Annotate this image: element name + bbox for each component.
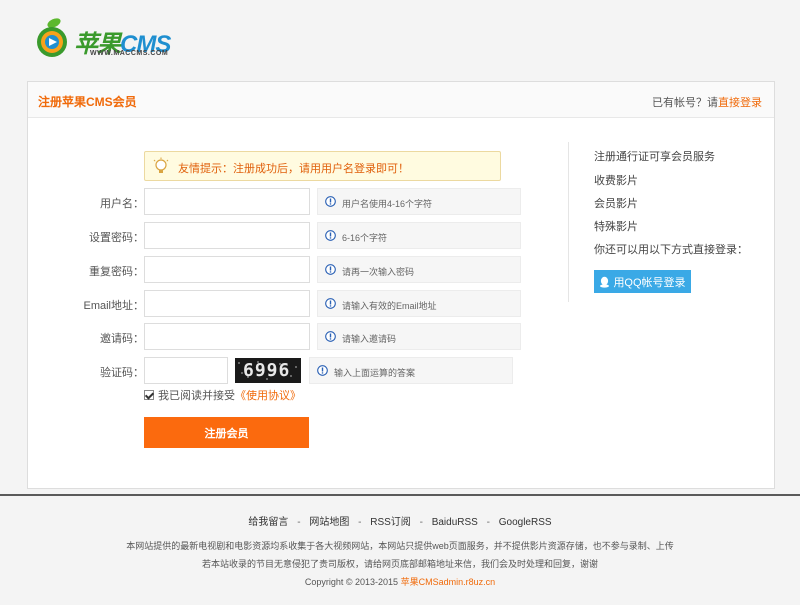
password-label: 设置密码：: [89, 232, 144, 244]
footer-copyright-link[interactable]: 苹果CMSadmin.r8uz.cn: [401, 577, 496, 587]
direct-login-link[interactable]: 直接登录: [718, 97, 762, 109]
side-item: 你还可以用以下方式直接登录：: [594, 244, 748, 256]
terms-link[interactable]: 《使用协议》: [235, 390, 301, 402]
captcha-image[interactable]: 6996: [235, 358, 301, 383]
register-button[interactable]: 注册会员: [144, 417, 309, 448]
login-prompt: 已有帐号？请直接登录: [652, 97, 762, 109]
info-icon: [325, 298, 336, 309]
email-row: Email地址： 请输入有效的Email地址: [28, 290, 528, 318]
header: 苹果CMS WWW.MACCMS.COM: [0, 0, 800, 80]
tip-box: 友情提示：注册成功后，请用用户名登录即可！: [144, 151, 501, 181]
captcha-text: 6996: [243, 360, 291, 381]
password-row: 设置密码： 6-16个字符: [28, 222, 528, 250]
footer-separator: -: [297, 517, 301, 528]
tip-text: 友情提示：注册成功后，请用用户名登录即可！: [178, 163, 409, 175]
captcha-label: 验证码：: [100, 367, 144, 379]
username-row: 用户名： 用户名使用4-16个字符: [28, 188, 528, 216]
register-panel: 注册苹果CMS会员 已有帐号？请直接登录 友情提示：注册成功后，请用用户名登录即…: [27, 81, 775, 489]
invite-code-row: 邀请码： 请输入邀请码: [28, 323, 528, 351]
agree-checkbox[interactable]: [144, 390, 154, 400]
side-item: 收费影片: [594, 175, 638, 187]
lightbulb-icon: [153, 157, 169, 173]
captcha-input[interactable]: [144, 357, 228, 384]
page-title: 注册苹果CMS会员: [38, 95, 137, 109]
password-input[interactable]: [144, 222, 310, 249]
footer-link-baidurss[interactable]: BaiduRSS: [432, 517, 478, 528]
captcha-row: 验证码： 6996 输入上面运算的答案: [28, 357, 528, 385]
qq-penguin-icon: [600, 276, 610, 288]
info-icon: [325, 230, 336, 241]
repeat-password-hint: 请再一次输入密码: [317, 256, 521, 283]
invite-code-label: 邀请码：: [100, 333, 144, 345]
info-icon: [325, 264, 336, 275]
email-input[interactable]: [144, 290, 310, 317]
repeat-password-input[interactable]: [144, 256, 310, 283]
agreement: 我已阅读并接受《使用协议》: [144, 387, 301, 403]
username-label: 用户名：: [100, 198, 144, 210]
brand-domain: WWW.MACCMS.COM: [90, 50, 169, 57]
email-label: Email地址：: [83, 300, 144, 312]
invite-code-input[interactable]: [144, 323, 310, 350]
side-item: 会员影片: [594, 198, 638, 210]
footer-disclaimer-2: 若本站收录的节目无意侵犯了贵司版权，请给网页底部邮箱地址来信，我们会及时处理和回…: [201, 559, 598, 569]
footer-separator: -: [358, 517, 362, 528]
invite-code-hint: 请输入邀请码: [317, 323, 521, 350]
footer-link-sitemap[interactable]: 网站地图: [309, 517, 349, 528]
footer-link-rss[interactable]: RSS订阅: [370, 517, 411, 528]
footer-link-message[interactable]: 给我留言: [248, 517, 288, 528]
footer-separator: -: [486, 517, 490, 528]
info-icon: [317, 365, 328, 376]
username-input[interactable]: [144, 188, 310, 215]
info-icon: [325, 331, 336, 342]
qq-login-button[interactable]: 用QQ帐号登录: [594, 270, 691, 293]
side-item: 特殊影片: [594, 221, 638, 233]
site-logo[interactable]: 苹果CMS WWW.MACCMS.COM: [32, 14, 182, 62]
info-icon: [325, 196, 336, 207]
repeat-password-row: 重复密码： 请再一次输入密码: [28, 256, 528, 284]
repeat-password-label: 重复密码：: [89, 266, 144, 278]
captcha-hint: 输入上面运算的答案: [309, 357, 513, 384]
footer-disclaimer-1: 本网站提供的最新电视剧和电影资源均系收集于各大视频网站，本网站只提供web页面服…: [126, 541, 674, 551]
side-info: 注册通行证可享会员服务 收费影片 会员影片 特殊影片 你还可以用以下方式直接登录…: [568, 142, 768, 302]
panel-header: 注册苹果CMS会员 已有帐号？请直接登录: [28, 82, 774, 118]
footer-separator: -: [419, 517, 423, 528]
side-item: 注册通行证可享会员服务: [594, 151, 715, 163]
footer-links: 给我留言 - 网站地图 - RSS订阅 - BaiduRSS - GoogleR…: [0, 513, 800, 528]
password-hint: 6-16个字符: [317, 222, 521, 249]
footer: 给我留言 - 网站地图 - RSS订阅 - BaiduRSS - GoogleR…: [0, 494, 800, 605]
apple-logo-icon: [37, 18, 67, 57]
agree-text: 我已阅读并接受: [158, 390, 235, 402]
footer-link-googlerss[interactable]: GoogleRSS: [499, 517, 552, 528]
email-hint: 请输入有效的Email地址: [317, 290, 521, 317]
username-hint: 用户名使用4-16个字符: [317, 188, 521, 215]
footer-copyright: Copyright © 2013-2015 苹果CMSadmin.r8uz.cn: [304, 577, 496, 587]
